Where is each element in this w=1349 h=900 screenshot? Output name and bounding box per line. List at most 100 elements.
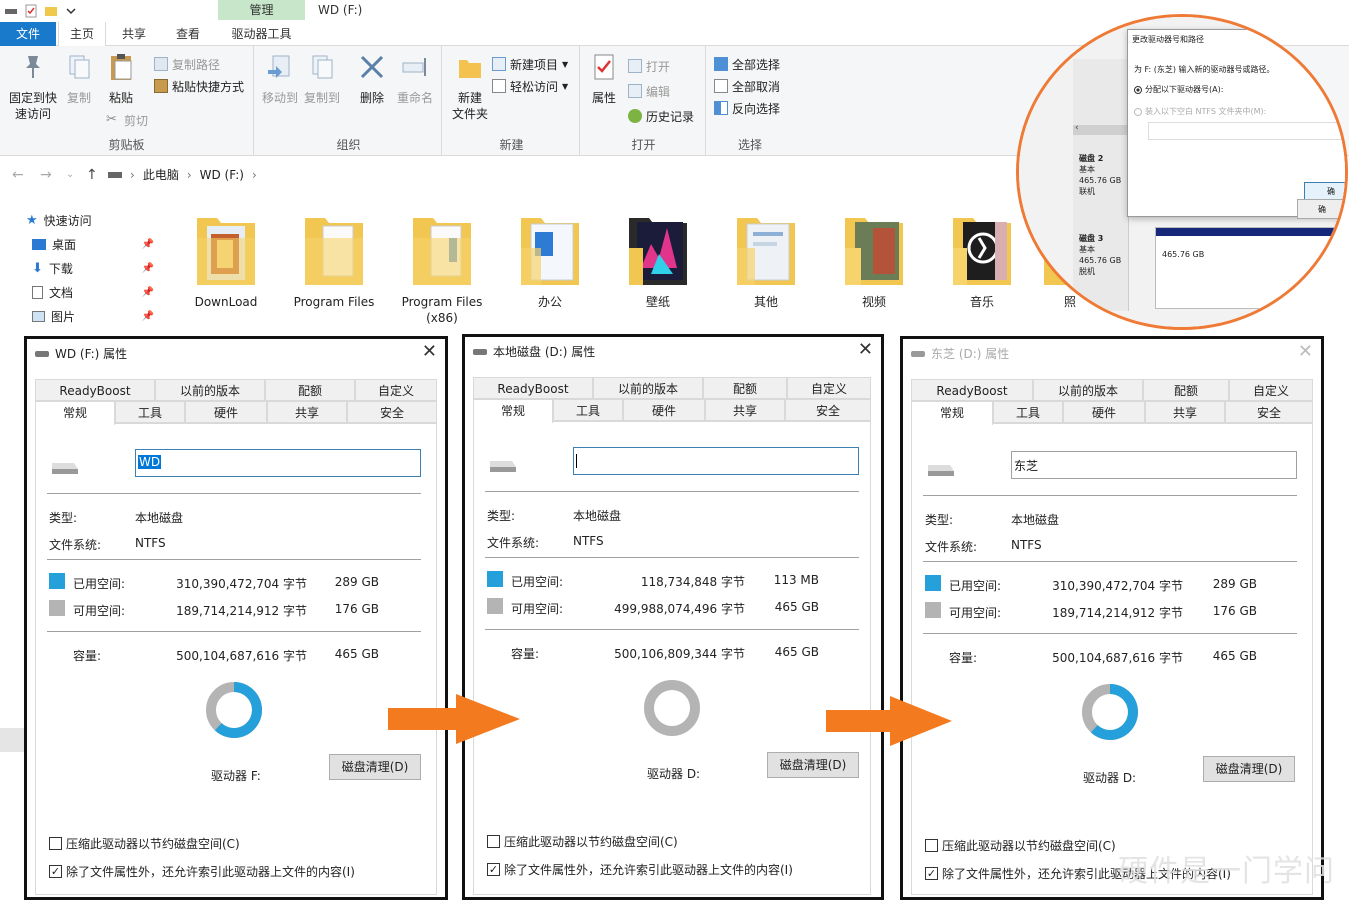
tab-share[interactable]: 共享 <box>112 22 156 46</box>
copy-to-button[interactable]: 复制到 <box>304 52 340 106</box>
tab-readyboost[interactable]: ReadyBoost <box>473 377 593 399</box>
scroll-left-arrow-icon[interactable]: ‹ <box>1075 123 1079 133</box>
volume-name-input[interactable]: 东芝 <box>1011 451 1297 479</box>
tab-readyboost[interactable]: ReadyBoost <box>911 379 1033 401</box>
tab-previous-versions[interactable]: 以前的版本 <box>155 379 265 401</box>
folder-item[interactable]: DownLoad <box>176 208 276 310</box>
up-arrow-icon[interactable]: ↑ <box>86 167 98 183</box>
new-folder-icon[interactable] <box>44 4 58 18</box>
close-icon[interactable]: ✕ <box>858 339 873 360</box>
forward-arrow-icon[interactable]: → <box>40 167 52 183</box>
folder-item[interactable]: 音乐 <box>932 208 1032 310</box>
nav-desktop[interactable]: 桌面 📌 <box>32 236 154 253</box>
close-icon[interactable]: ✕ <box>422 341 437 362</box>
folder-item[interactable]: 办公 <box>500 208 600 310</box>
delete-button[interactable]: 删除 <box>354 52 390 106</box>
paste-button[interactable]: 粘贴 <box>102 52 140 106</box>
tab-security[interactable]: 安全 <box>347 401 437 423</box>
open-button[interactable]: 打开 <box>628 56 670 76</box>
folder-item[interactable]: Program Files <box>284 208 384 310</box>
tab-drive-tools[interactable]: 驱动器工具 <box>218 22 305 46</box>
index-checkbox[interactable]: ✓ 除了文件属性外，还允许索引此驱动器上文件的内容(I) <box>49 863 355 880</box>
manage-context-tab[interactable]: 管理 <box>218 0 305 20</box>
tab-customize[interactable]: 自定义 <box>787 377 871 399</box>
tab-tools[interactable]: 工具 <box>993 401 1063 423</box>
tab-quota[interactable]: 配额 <box>1143 379 1229 401</box>
tab-previous-versions[interactable]: 以前的版本 <box>1033 379 1143 401</box>
recent-chevron-icon[interactable]: ⌄ <box>66 169 74 180</box>
drive-icon[interactable] <box>4 4 18 18</box>
tab-quota[interactable]: 配额 <box>703 377 787 399</box>
properties-check-icon[interactable] <box>24 4 38 18</box>
close-icon[interactable]: ✕ <box>1298 341 1313 362</box>
disk-3-partition[interactable]: 465.76 GB <box>1155 227 1345 309</box>
copy-button[interactable]: 复制 <box>62 52 96 106</box>
assign-letter-radio[interactable]: 分配以下驱动器号(A): <box>1134 84 1223 95</box>
nav-quick-access[interactable]: ★ 快速访问 <box>26 212 92 229</box>
compress-checkbox[interactable]: 压缩此驱动器以节约磁盘空间(C) <box>49 835 240 852</box>
tab-home[interactable]: 主页 <box>58 22 106 46</box>
tab-hardware[interactable]: 硬件 <box>623 399 705 421</box>
folder-item[interactable]: 视频 <box>824 208 924 310</box>
change-drive-letter-prompt: 为 F: (东芝) 输入新的驱动器号或路径。 <box>1134 65 1275 74</box>
tab-hardware[interactable]: 硬件 <box>185 401 267 423</box>
select-none-button[interactable]: 全部取消 <box>714 76 780 96</box>
tab-sharing[interactable]: 共享 <box>267 401 347 423</box>
tab-customize[interactable]: 自定义 <box>1229 379 1313 401</box>
capacity-size: 465 GB <box>774 645 819 659</box>
tab-customize[interactable]: 自定义 <box>355 379 437 401</box>
rename-button[interactable]: 重命名 <box>394 52 436 106</box>
ok-button[interactable]: 确 <box>1304 182 1345 200</box>
tab-view[interactable]: 查看 <box>166 22 210 46</box>
tab-security[interactable]: 安全 <box>785 399 871 421</box>
new-item-button[interactable]: 新建项目 ▼ <box>492 54 568 74</box>
tab-hardware[interactable]: 硬件 <box>1063 401 1145 423</box>
disk-cleanup-button[interactable]: 磁盘清理(D) <box>767 752 859 778</box>
outer-ok-button[interactable]: 确 <box>1297 199 1345 219</box>
tab-sharing[interactable]: 共享 <box>705 399 785 421</box>
compress-checkbox[interactable]: 压缩此驱动器以节约磁盘空间(C) <box>925 837 1116 854</box>
invert-selection-button[interactable]: 反向选择 <box>714 98 780 118</box>
tab-general[interactable]: 常规 <box>473 399 553 423</box>
tab-security[interactable]: 安全 <box>1225 401 1313 423</box>
tab-previous-versions[interactable]: 以前的版本 <box>593 377 703 399</box>
copy-path-button[interactable]: 复制路径 <box>154 54 220 74</box>
move-to-button[interactable]: 移动到 <box>262 52 298 106</box>
tab-file[interactable]: 文件 <box>0 22 56 46</box>
tab-general[interactable]: 常规 <box>911 401 993 425</box>
properties-button[interactable]: 属性 <box>586 52 622 106</box>
cut-button[interactable]: ✂ 剪切 <box>106 110 148 130</box>
tab-tools[interactable]: 工具 <box>553 399 623 421</box>
breadcrumb-drive[interactable]: WD (F:) <box>200 168 244 182</box>
tab-sharing[interactable]: 共享 <box>1145 401 1225 423</box>
edit-button[interactable]: 编辑 <box>628 81 670 101</box>
select-all-button[interactable]: 全部选择 <box>714 54 780 74</box>
easy-access-button[interactable]: 轻松访问 ▼ <box>492 76 568 96</box>
disk-cleanup-button[interactable]: 磁盘清理(D) <box>1203 756 1295 782</box>
folder-item[interactable]: 其他 <box>716 208 816 310</box>
folder-item[interactable]: 壁纸 <box>608 208 708 310</box>
tab-quota[interactable]: 配额 <box>265 379 355 401</box>
scrollbar[interactable] <box>1073 125 1133 135</box>
history-button[interactable]: 历史记录 <box>628 106 694 126</box>
compress-checkbox[interactable]: 压缩此驱动器以节约磁盘空间(C) <box>487 833 678 850</box>
breadcrumb-this-pc[interactable]: 此电脑 <box>143 166 179 183</box>
tab-readyboost[interactable]: ReadyBoost <box>35 379 155 401</box>
pin-quick-access-button[interactable]: 固定到快 速访问 <box>6 52 60 122</box>
paste-shortcut-button[interactable]: 粘贴快捷方式 <box>154 76 244 96</box>
mount-folder-path-field[interactable] <box>1148 122 1345 140</box>
volume-name-input[interactable]: WD <box>135 449 421 477</box>
tab-general[interactable]: 常规 <box>35 401 115 425</box>
disk-cleanup-button[interactable]: 磁盘清理(D) <box>329 754 421 780</box>
customize-chevron-icon[interactable] <box>64 4 78 18</box>
mount-folder-radio[interactable]: 装入以下空白 NTFS 文件夹中(M): <box>1134 106 1266 117</box>
nav-documents[interactable]: 文档 📌 <box>32 284 154 301</box>
nav-downloads[interactable]: ⬇ 下载 📌 <box>32 260 154 277</box>
tab-tools[interactable]: 工具 <box>115 401 185 423</box>
index-checkbox[interactable]: ✓ 除了文件属性外，还允许索引此驱动器上文件的内容(I) <box>487 861 793 878</box>
nav-pictures[interactable]: 图片 📌 <box>32 308 154 325</box>
volume-name-input[interactable] <box>573 447 859 475</box>
new-folder-button[interactable]: 新建 文件夹 <box>448 52 492 122</box>
folder-item[interactable]: Program Files (x86) <box>392 208 492 326</box>
back-arrow-icon[interactable]: ← <box>12 167 24 183</box>
